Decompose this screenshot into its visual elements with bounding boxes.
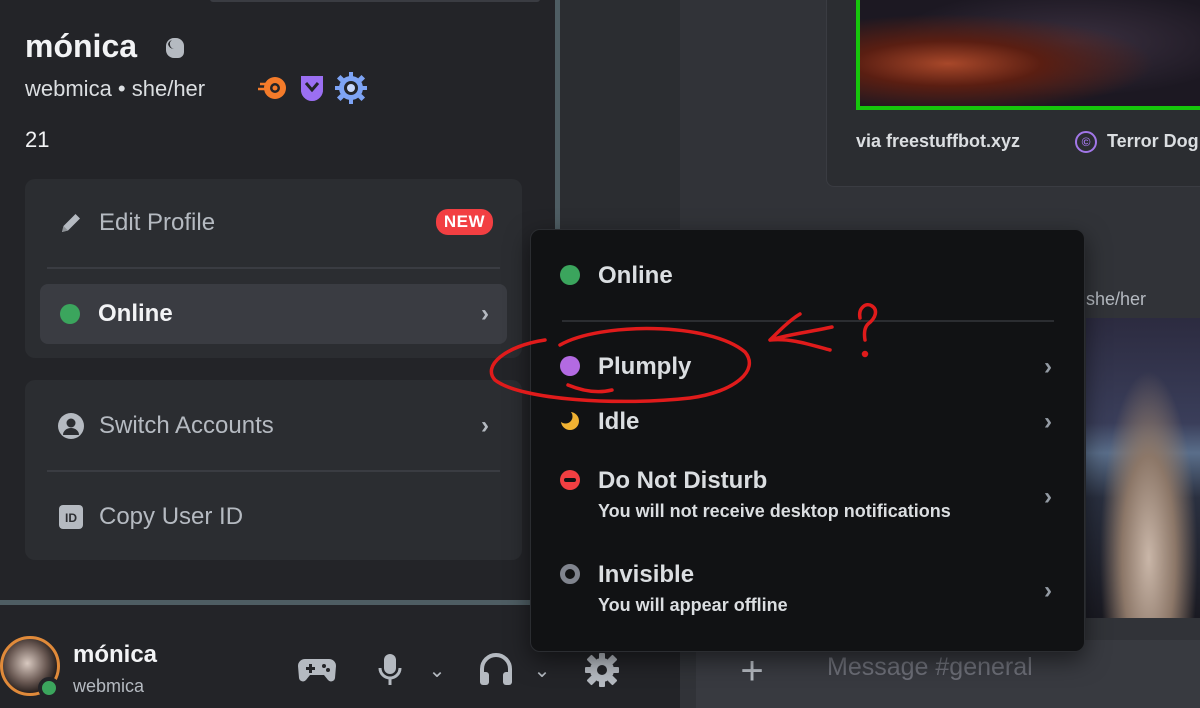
edit-profile-button[interactable]: Edit Profile NEW [40,193,507,253]
background-pronouns: she/her [1086,289,1147,309]
status-option-dnd[interactable]: Do Not Disturb You will not receive desk… [560,467,1070,531]
switch-accounts-label: Switch Accounts [99,412,274,439]
chevron-right-icon: › [481,412,489,439]
status-option-label: Do Not Disturb [598,467,768,494]
status-option-label: Online [598,262,673,289]
chevron-down-icon[interactable]: ⌄ [425,655,449,685]
chevron-right-icon: › [1044,408,1052,435]
profile-username-pronouns: webmica • she/her [25,76,206,101]
background-photo [1086,318,1200,618]
status-option-label: Invisible [598,561,695,588]
online-dot-icon [560,265,580,285]
embed-image[interactable] [856,0,1200,110]
chevron-right-icon: › [1044,577,1052,604]
new-badge: NEW [435,209,493,235]
status-option-description: You will appear offline [598,595,788,615]
status-option-label: Plumply [598,353,692,380]
user-circle-icon [56,411,86,441]
switch-accounts-button[interactable]: Switch Accounts › [40,396,507,456]
embed-source-text: via freestuffbot.xyz [856,131,1021,151]
status-option-online[interactable]: Online [560,262,1070,294]
purple-shield-badge-icon[interactable] [298,73,326,103]
moon-status-icon [166,38,184,58]
profile-display-name: mónica [25,28,138,64]
svg-text:ID: ID [65,511,77,525]
online-status-dot-icon [60,304,80,324]
gear-icon[interactable] [582,650,622,690]
online-status-button[interactable]: Online › [40,284,507,344]
plus-icon[interactable]: + [730,651,774,695]
chevron-right-icon: › [1044,483,1052,510]
chevron-right-icon: › [481,300,489,327]
popout-top-edge [210,0,540,2]
chevron-down-icon[interactable]: ⌄ [530,655,554,685]
profile-bio: 21 [25,127,50,152]
panel-username[interactable]: webmica [73,676,144,697]
headphones-icon[interactable] [476,650,516,690]
chevron-right-icon: › [1044,353,1052,380]
microphone-icon[interactable] [375,650,405,690]
menu-divider [47,267,500,269]
status-option-plumply[interactable]: Plumply › [560,353,1070,385]
blue-gear-badge-icon[interactable] [333,71,369,105]
id-card-icon: ID [56,502,86,532]
online-status-label: Online [98,300,173,327]
avatar-status-dot [38,677,60,699]
do-not-disturb-icon [560,470,580,490]
invisible-ring-icon [560,564,580,584]
copy-user-id-button[interactable]: ID Copy User ID [40,487,507,547]
gamepad-icon[interactable] [295,650,339,690]
purple-dot-icon [560,356,580,376]
menu-divider [47,470,500,472]
orange-swirl-badge-icon[interactable] [258,74,288,102]
status-option-invisible[interactable]: Invisible You will appear offline › [560,561,1070,625]
status-option-description: You will not receive desktop notificatio… [598,501,951,521]
panel-display-name[interactable]: mónica [73,641,157,669]
pencil-icon [56,208,86,238]
status-option-label: Idle [598,408,640,435]
status-divider [562,320,1054,322]
edit-profile-label: Edit Profile [99,209,216,236]
message-input[interactable]: Message #general [827,653,1033,682]
copy-user-id-label: Copy User ID [99,503,244,530]
copyright-icon: © [1075,131,1097,153]
embed-publisher-text: Terror Dog [1107,131,1199,151]
moon-icon [560,411,579,430]
status-option-idle[interactable]: Idle › [560,408,1070,440]
